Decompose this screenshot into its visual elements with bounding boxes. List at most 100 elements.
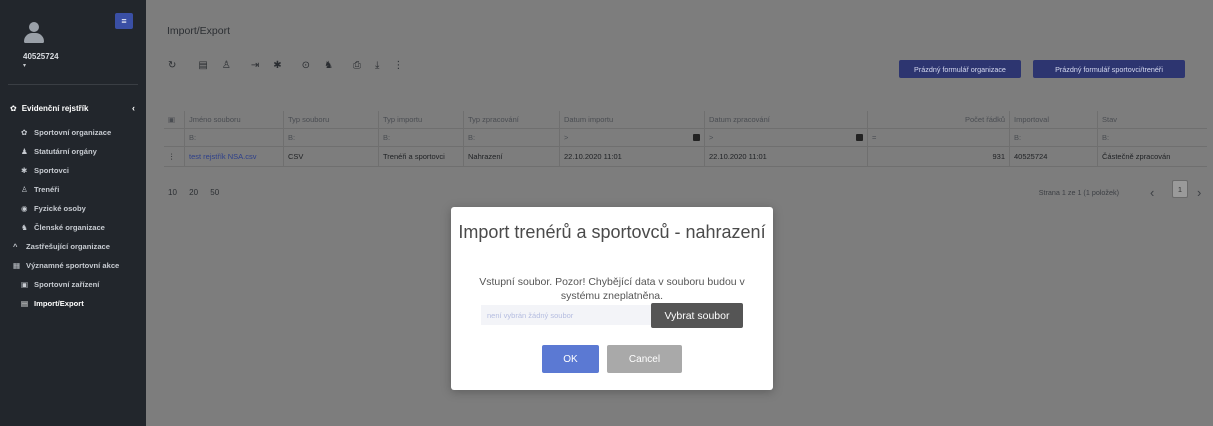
sidebar-item-import-export[interactable]: ▤ Import/Export [21,299,143,309]
user-id[interactable]: 40525724 [23,52,59,61]
table-cell: 22.10.2020 11:01 [559,147,704,166]
sidebar-item-vyznamne-akce[interactable]: ▦ Významné sportovní akce [13,261,143,271]
gear-icon: ✿ [21,128,28,137]
sidebar-item-label: Sportovní organizace [34,128,112,137]
filter-cell[interactable]: = [867,129,1009,146]
toolbar: ↻ ▤ ♙ ⇥ ✱ ⊙ ♞ ⎙ ⤓ ⋮ [168,60,417,71]
runner-icon[interactable]: ✱ [273,60,281,71]
column-header[interactable]: Typ souboru [283,111,378,128]
sidebar-item-label: Sportovní zařízení [34,280,100,289]
sidebar-item-fyzicke-osoby[interactable]: ◉ Fyzické osoby [21,204,143,214]
person-circle-icon: ◉ [21,204,28,213]
filter-operator: > [564,133,569,142]
sidebar-section-evidencni-rejstrik[interactable]: ✿ Evidenční rejstřík ‹ [10,103,135,113]
table-header-row: ▣ Jméno souboru Typ souboru Typ importu … [164,111,1207,129]
export-icon[interactable]: ⇥ [251,60,259,71]
download-icon[interactable]: ⤓ [375,60,379,71]
table-cell: 40525724 [1009,147,1097,166]
sidebar-item-label: Členské organizace [34,223,105,232]
sidebar-item-zastresujici-organizace[interactable]: ^ Zastřešující organizace [13,242,143,252]
users-icon: ♞ [21,223,28,232]
filter-cell[interactable]: > [559,129,704,146]
ok-button[interactable]: OK [542,345,599,373]
prev-page-icon[interactable]: ‹ [1150,185,1154,200]
filter-cell[interactable]: B: [463,129,559,146]
print-icon[interactable]: ⎙ [353,60,361,71]
empty-form-organization-button[interactable]: Prázdný formulář organizace [899,60,1021,78]
sidebar-item-label: Fyzické osoby [34,204,86,213]
import-table: ▣ Jméno souboru Typ souboru Typ importu … [164,111,1207,167]
calendar-icon[interactable] [693,134,700,141]
choose-file-button[interactable]: Vybrat soubor [651,303,743,328]
filter-cell[interactable]: B: [378,129,463,146]
calendar-icon: ▦ [13,261,21,270]
page-size-selector[interactable]: 10 20 50 [168,188,219,197]
table-cell: Nahrazení [463,147,559,166]
sidebar-item-label: Sportovci [34,166,70,175]
page-info: Strana 1 ze 1 (1 položek) [1038,188,1119,197]
table-cell: CSV [283,147,378,166]
sidebar-item-label: Zastřešující organizace [26,242,110,251]
cancel-button[interactable]: Cancel [607,345,682,373]
filter-cell[interactable]: B: [283,129,378,146]
table-filter-row: B: B: B: B: > > = B: B: [164,129,1207,147]
file-input[interactable]: není vybrán žádný soubor [481,305,651,325]
column-header[interactable]: Importoval [1009,111,1097,128]
filter-cell[interactable]: B: [1097,129,1207,146]
sidebar-item-sportovci[interactable]: ✱ Sportovci [21,166,143,176]
table-cell: 22.10.2020 11:01 [704,147,867,166]
dialog-title: Import trenérů a sportovců - nahrazení [458,222,766,242]
users-icon[interactable]: ♞ [324,60,333,71]
user-tie-icon: ♟ [21,147,28,156]
sidebar: 40525724 ▾ ≡ ✿ Evidenční rejstřík ‹ ✿ Sp… [0,0,146,426]
current-page-button[interactable]: 1 [1172,180,1188,198]
sidebar-item-clenske-organizace[interactable]: ♞ Členské organizace [21,223,143,233]
filter-cell[interactable]: B: [184,129,283,146]
trainer-icon: ♙ [21,185,28,194]
help-icon[interactable]: ⊙ [302,60,310,71]
table-cell: Částečně zpracován [1097,147,1207,166]
sidebar-list: ✿ Sportovní organizace ♟ Statutární orgá… [13,128,143,318]
filter-spacer [164,129,184,146]
refresh-icon[interactable]: ↻ [168,60,176,71]
calendar-icon[interactable] [856,134,863,141]
filter-cell[interactable]: > [704,129,867,146]
sidebar-divider [8,84,138,85]
avatar-icon[interactable] [24,22,44,44]
row-menu-icon[interactable]: ⋮ [164,147,184,166]
column-header[interactable]: Datum zpracování [704,111,867,128]
column-header[interactable]: Datum importu [559,111,704,128]
menu-toggle-button[interactable]: ≡ [115,13,133,29]
building-icon: ▣ [21,280,29,289]
next-page-icon[interactable]: › [1197,185,1201,200]
table-row[interactable]: ⋮ test rejstřík NSA.csv CSV Trenéři a sp… [164,147,1207,167]
column-header[interactable]: Typ importu [378,111,463,128]
filter-cell[interactable]: B: [1009,129,1097,146]
file-icon[interactable]: ▤ [198,60,207,71]
page-title: Import/Export [167,25,231,37]
column-header[interactable]: Jméno souboru [184,111,283,128]
more-icon[interactable]: ⋮ [393,60,403,71]
filter-operator: > [709,133,714,142]
sidebar-item-label: Statutární orgány [34,147,97,156]
dialog-message: Vstupní soubor. Pozor! Chybějící data v … [479,276,745,302]
column-chooser-icon[interactable]: ▣ [164,111,184,128]
column-header[interactable]: Počet řádků [867,111,1009,128]
chevron-left-icon: ‹ [132,103,135,113]
sidebar-section-label: Evidenční rejstřík [21,103,89,113]
column-header[interactable]: Stav [1097,111,1207,128]
user-menu-caret-icon[interactable]: ▾ [23,62,26,69]
file-name-link[interactable]: test rejstřík NSA.csv [184,147,283,166]
sidebar-item-statutarni-organy[interactable]: ♟ Statutární orgány [21,147,143,157]
sidebar-item-label: Trenéři [34,185,60,194]
sidebar-item-label: Import/Export [34,299,84,308]
sidebar-item-treneri[interactable]: ♙ Trenéři [21,185,143,195]
chevron-up-icon: ^ [13,242,18,251]
empty-form-athletes-button[interactable]: Prázdný formulář sportovci/trenéři [1033,60,1185,78]
column-header[interactable]: Typ zpracování [463,111,559,128]
person-icon[interactable]: ♙ [222,60,231,71]
file-import-icon: ▤ [21,299,29,308]
table-cell: Trenéři a sportovci [378,147,463,166]
sidebar-item-sportovni-zarizeni[interactable]: ▣ Sportovní zařízení [21,280,143,290]
sidebar-item-sportovni-organizace[interactable]: ✿ Sportovní organizace [21,128,143,138]
